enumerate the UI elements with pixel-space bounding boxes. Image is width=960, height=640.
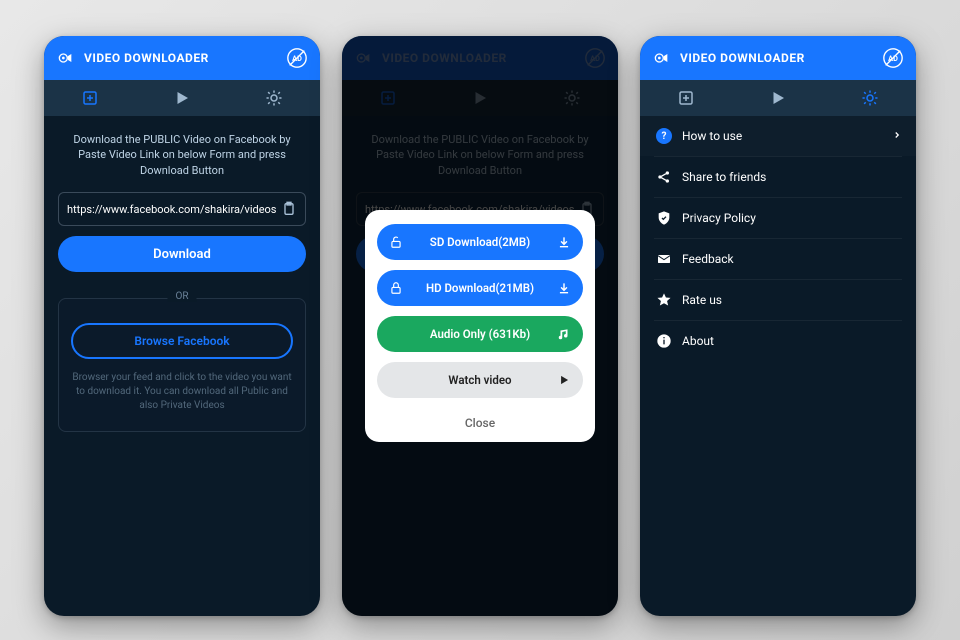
hd-download-button[interactable]: HD Download(21MB) xyxy=(377,270,583,306)
browse-facebook-label: Browse Facebook xyxy=(134,334,229,348)
mail-icon xyxy=(656,251,682,267)
lock-icon xyxy=(389,281,403,295)
menu-privacy[interactable]: Privacy Policy xyxy=(640,198,916,238)
star-icon xyxy=(656,292,682,308)
tab-new-download[interactable] xyxy=(640,80,732,116)
menu-label: About xyxy=(682,334,714,348)
download-icon xyxy=(557,281,571,295)
menu-label: Rate us xyxy=(682,293,722,307)
settings-menu: ? How to use Share to friends Privacy Po… xyxy=(640,116,916,616)
download-options-sheet: SD Download(2MB) HD Download(21MB) Audio… xyxy=(365,210,595,442)
close-label: Close xyxy=(465,416,495,430)
download-body: Download the PUBLIC Video on Facebook by… xyxy=(44,116,320,616)
watch-video-button[interactable]: Watch video xyxy=(377,362,583,398)
or-divider-label: OR xyxy=(167,291,196,302)
browse-hint-text: Browser your feed and click to the video… xyxy=(71,371,293,413)
download-button[interactable]: Download xyxy=(58,236,306,272)
app-title: VIDEO DOWNLOADER xyxy=(84,51,286,65)
no-ads-icon[interactable]: AD xyxy=(286,47,308,69)
tab-bar xyxy=(640,80,916,116)
hd-download-label: HD Download(21MB) xyxy=(426,281,534,295)
or-section: OR Browse Facebook Browser your feed and… xyxy=(58,298,306,432)
audio-only-button[interactable]: Audio Only (631Kb) xyxy=(377,316,583,352)
close-button[interactable]: Close xyxy=(377,408,583,434)
app-header: VIDEO DOWNLOADER AD xyxy=(640,36,916,80)
browse-facebook-button[interactable]: Browse Facebook xyxy=(71,323,293,359)
menu-about[interactable]: About xyxy=(640,321,916,361)
app-logo-icon xyxy=(56,50,76,66)
music-icon xyxy=(557,327,571,341)
download-button-label: Download xyxy=(153,247,211,262)
screen-download-options: VIDEO DOWNLOADER AD Download the PUBLIC … xyxy=(342,36,618,616)
url-input[interactable] xyxy=(67,203,281,216)
share-icon xyxy=(656,169,682,185)
menu-rate[interactable]: Rate us xyxy=(640,280,916,320)
screen-download: VIDEO DOWNLOADER AD Download the PUBLIC … xyxy=(44,36,320,616)
menu-feedback[interactable]: Feedback xyxy=(640,239,916,279)
menu-share[interactable]: Share to friends xyxy=(640,157,916,197)
tab-settings[interactable] xyxy=(824,80,916,116)
help-icon: ? xyxy=(656,128,682,144)
menu-label: How to use xyxy=(682,129,742,143)
tab-bar xyxy=(44,80,320,116)
menu-label: Feedback xyxy=(682,252,734,266)
app-title: VIDEO DOWNLOADER xyxy=(680,51,882,65)
audio-only-label: Audio Only (631Kb) xyxy=(430,327,530,341)
url-input-row xyxy=(58,192,306,226)
app-logo-icon xyxy=(652,50,672,66)
tab-videos[interactable] xyxy=(732,80,824,116)
app-header: VIDEO DOWNLOADER AD xyxy=(44,36,320,80)
sd-download-button[interactable]: SD Download(2MB) xyxy=(377,224,583,260)
unlock-icon xyxy=(389,235,403,249)
chevron-right-icon xyxy=(892,129,902,143)
shield-icon xyxy=(656,210,682,226)
play-icon xyxy=(557,373,571,387)
screen-settings: VIDEO DOWNLOADER AD ? How to use Share t… xyxy=(640,36,916,616)
watch-video-label: Watch video xyxy=(448,373,511,387)
tab-videos[interactable] xyxy=(136,80,228,116)
menu-label: Share to friends xyxy=(682,170,766,184)
paste-icon[interactable] xyxy=(281,201,297,217)
menu-label: Privacy Policy xyxy=(682,211,756,225)
sd-download-label: SD Download(2MB) xyxy=(430,235,530,249)
modal-overlay: SD Download(2MB) HD Download(21MB) Audio… xyxy=(342,36,618,616)
menu-how-to-use[interactable]: ? How to use xyxy=(640,116,916,156)
instruction-text: Download the PUBLIC Video on Facebook by… xyxy=(58,132,306,178)
info-icon xyxy=(656,333,682,349)
tab-new-download[interactable] xyxy=(44,80,136,116)
no-ads-icon[interactable]: AD xyxy=(882,47,904,69)
download-icon xyxy=(557,235,571,249)
tab-settings[interactable] xyxy=(228,80,320,116)
